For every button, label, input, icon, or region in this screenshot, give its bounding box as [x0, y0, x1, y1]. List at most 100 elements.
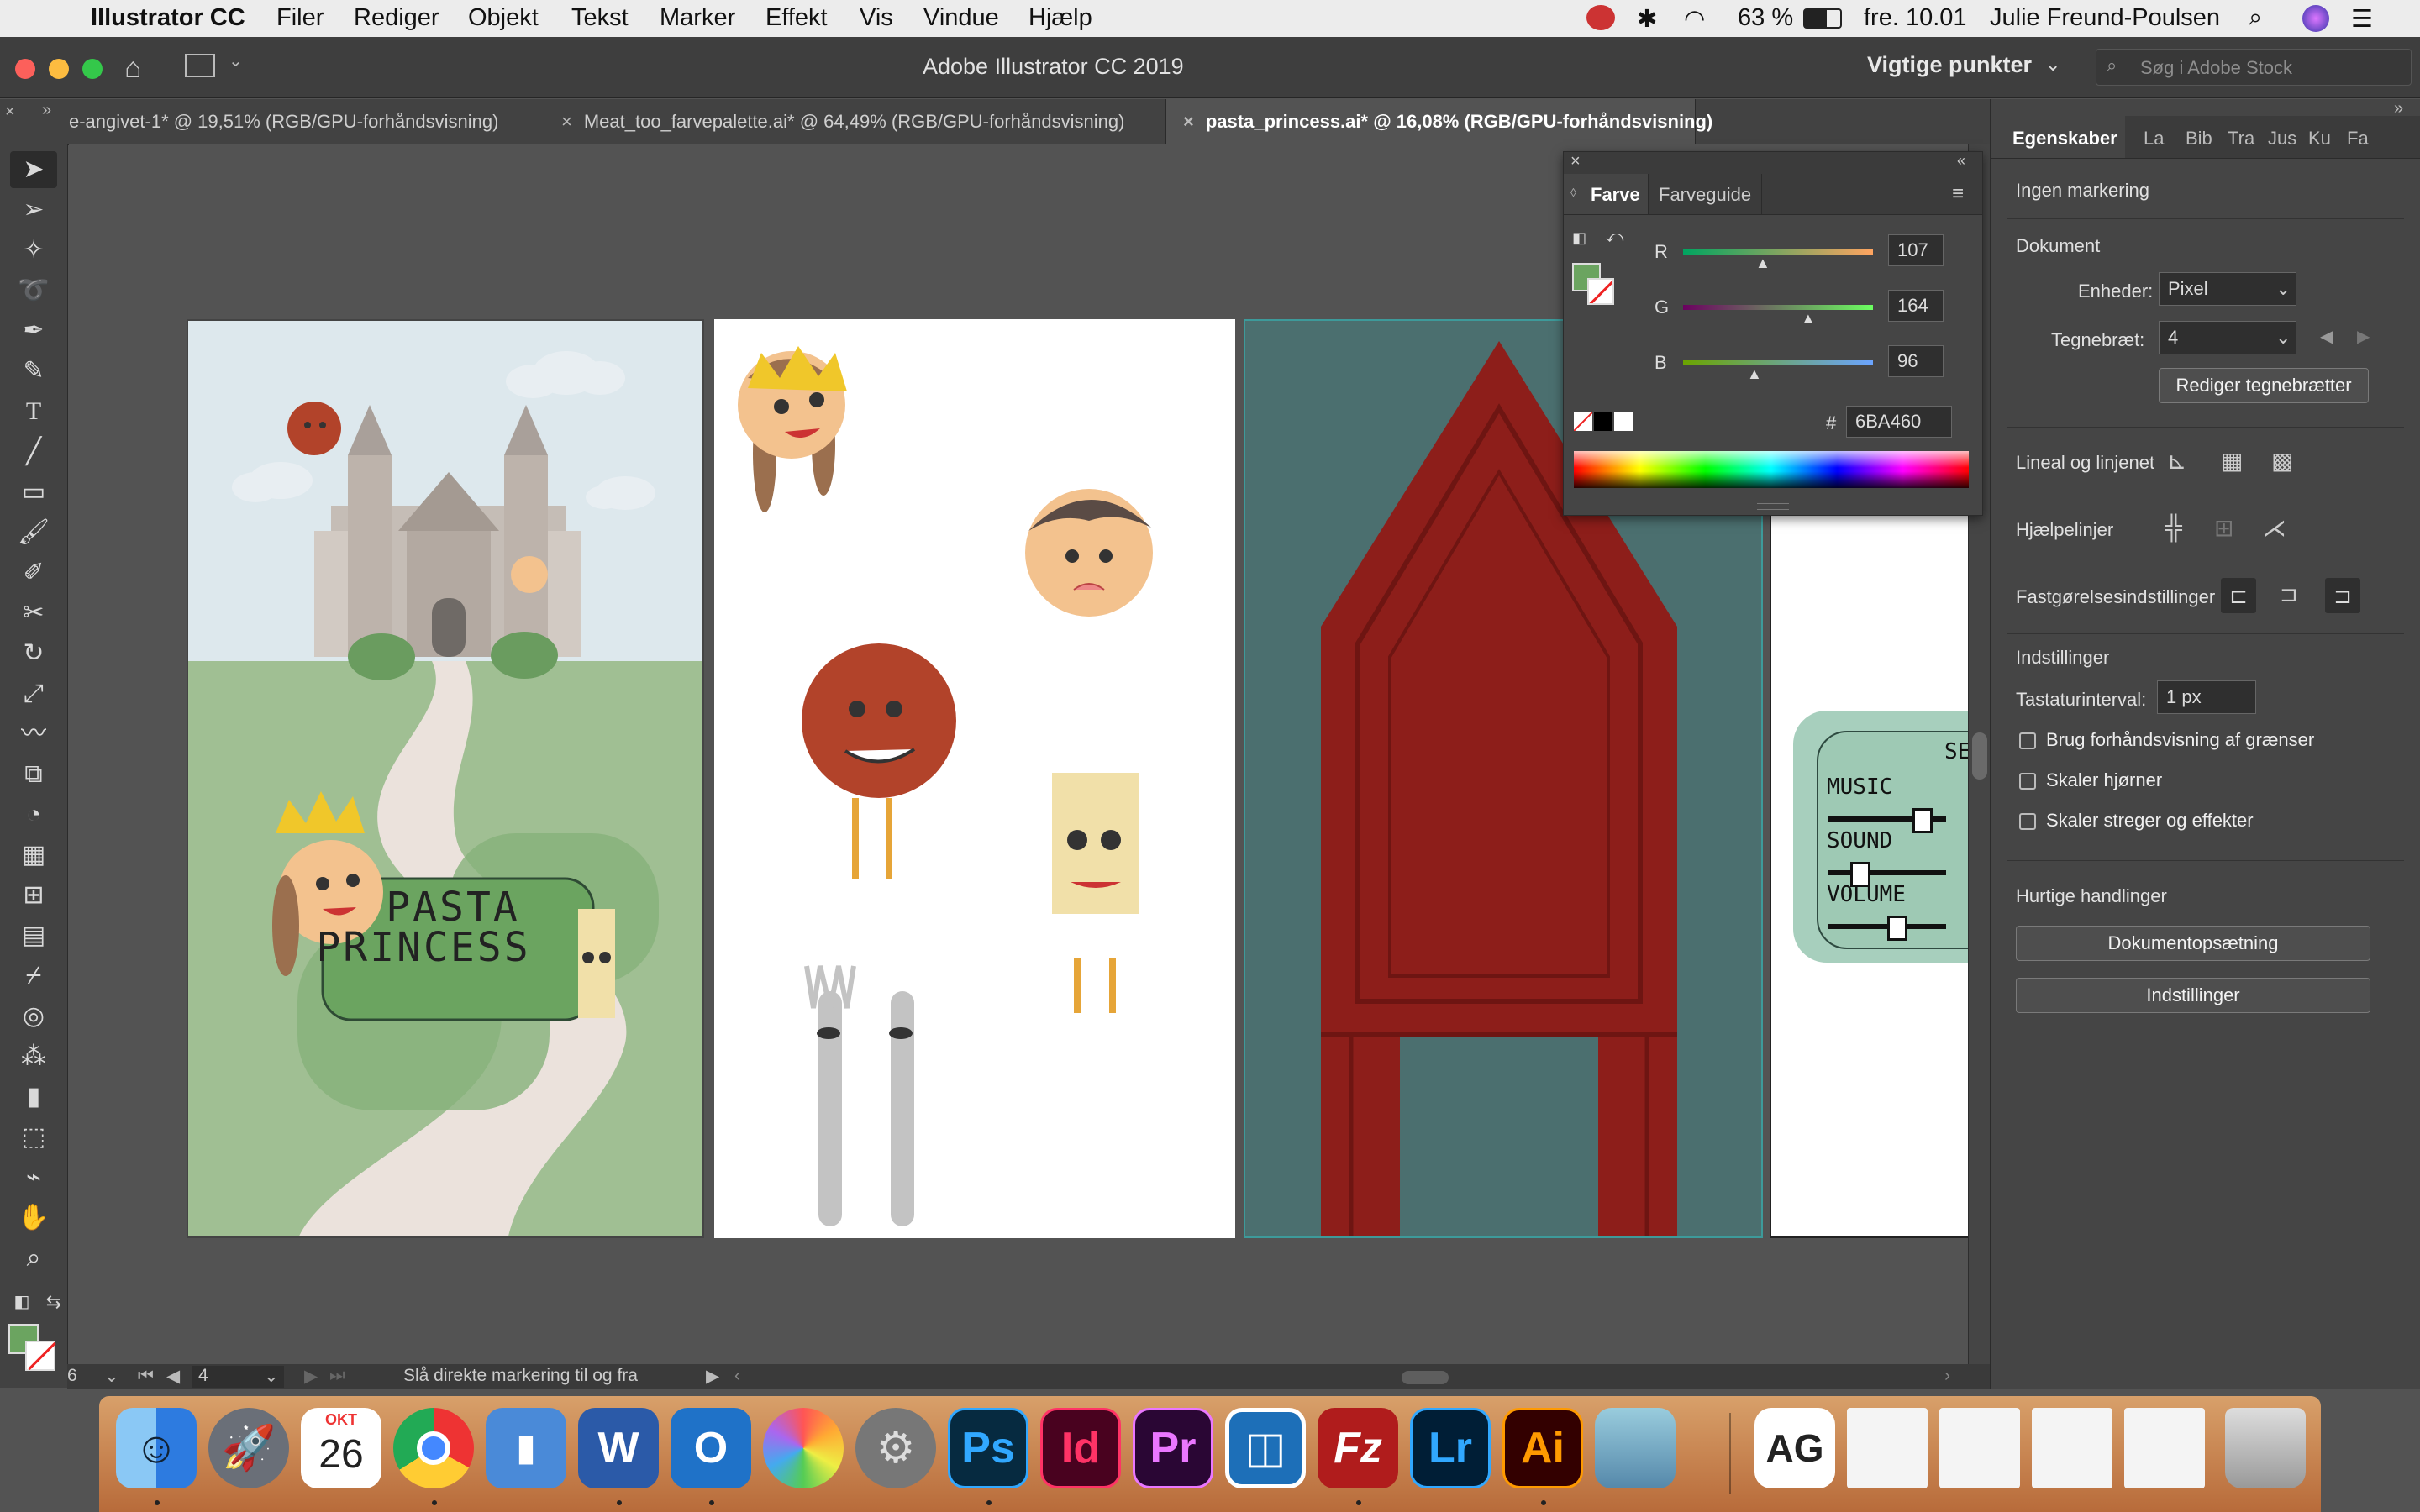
blend-tool-icon[interactable]: ◎ — [17, 1000, 50, 1033]
close-tab-icon[interactable]: × — [1183, 99, 1194, 144]
tab-kurver[interactable]: Ku — [2308, 128, 2331, 150]
r-slider-knob[interactable]: ▲ — [1755, 255, 1770, 272]
creative-cloud-icon[interactable] — [1586, 5, 1615, 30]
collapse-toolbar-icon[interactable]: × — [5, 102, 15, 122]
transparency-grid-icon[interactable]: ▩ — [2271, 447, 2293, 475]
workspace-switcher[interactable]: Vigtige punkter — [1867, 52, 2032, 78]
default-colors-icon[interactable]: ◧ — [1572, 229, 1586, 247]
ruler-icon[interactable]: ⊾ — [2167, 447, 2186, 475]
b-value-input[interactable]: 96 — [1888, 345, 1944, 377]
app-menu[interactable]: Illustrator CC — [91, 4, 245, 32]
menu-vindue[interactable]: Vindue — [923, 4, 999, 32]
perspective-grid-tool-icon[interactable]: ▦ — [17, 838, 50, 872]
menu-marker[interactable]: Marker — [660, 4, 735, 32]
b-slider-knob[interactable]: ▲ — [1747, 365, 1762, 383]
menu-tekst[interactable]: Tekst — [571, 4, 629, 32]
menu-vis[interactable]: Vis — [860, 4, 893, 32]
g-value-input[interactable]: 164 — [1888, 290, 1944, 322]
spotlight-search-icon[interactable]: ⌕ — [2249, 4, 2262, 32]
menu-hjaelp[interactable]: Hjælp — [1028, 4, 1092, 32]
minimize-window-button[interactable] — [49, 59, 69, 79]
lightroom-icon[interactable]: Lr — [1410, 1408, 1491, 1488]
tab-farveguide[interactable]: Farveguide — [1648, 174, 1762, 214]
panel-menu-icon[interactable]: ≡ — [1952, 182, 1964, 206]
hex-value-input[interactable]: 6BA460 — [1846, 406, 1952, 438]
tab-lag[interactable]: La — [2144, 128, 2164, 150]
line-tool-icon[interactable]: ╱ — [17, 435, 50, 469]
preferences-button[interactable]: Indstillinger — [2016, 978, 2370, 1013]
r-value-input[interactable]: 107 — [1888, 234, 1944, 266]
preview-bounds-checkbox[interactable] — [2019, 732, 2036, 749]
default-fill-stroke-icon[interactable]: ◧ — [5, 1285, 39, 1319]
indesign-icon[interactable]: Id — [1040, 1408, 1121, 1488]
none-color-swatch[interactable] — [1574, 412, 1592, 431]
selection-tool-icon[interactable]: ➤ — [17, 153, 50, 186]
outlook-icon[interactable]: O — [671, 1408, 751, 1488]
swap-fill-stroke-icon[interactable]: ⇆ — [37, 1285, 71, 1319]
chrome-icon[interactable] — [393, 1408, 474, 1488]
direct-selection-tool-icon[interactable]: ➢ — [17, 193, 50, 227]
tab-meat-too[interactable]: × Meat_too_farvepalette.ai* @ 64,49% (RGB… — [544, 99, 1166, 144]
b-slider[interactable] — [1683, 360, 1873, 365]
previous-artboard-icon[interactable]: ◀ — [2320, 326, 2333, 347]
artboard-2[interactable] — [714, 319, 1235, 1238]
scissors-tool-icon[interactable]: ✂ — [17, 596, 50, 630]
menu-objekt[interactable]: Objekt — [468, 4, 539, 32]
black-color-swatch[interactable] — [1594, 412, 1612, 431]
system-preferences-icon[interactable]: ⚙ — [855, 1408, 936, 1488]
slice-tool-icon[interactable]: ⌁ — [17, 1161, 50, 1194]
artboard-1[interactable]: PASTA PRINCESS — [187, 319, 704, 1238]
menu-rediger[interactable]: Rediger — [354, 4, 439, 32]
zoom-level[interactable]: 6 — [67, 1366, 77, 1386]
illustrator-icon[interactable]: Ai — [1502, 1408, 1583, 1488]
magic-wand-tool-icon[interactable]: ✧ — [17, 234, 50, 267]
close-tab-icon[interactable]: × — [561, 99, 572, 144]
status-menu-icon[interactable]: ▶ — [706, 1366, 719, 1387]
document-thumbnail-icon[interactable] — [1847, 1408, 1928, 1488]
photos-icon[interactable] — [763, 1408, 844, 1488]
expand-icon[interactable]: » — [42, 101, 51, 120]
g-slider[interactable] — [1683, 305, 1873, 310]
unknown-app-icon[interactable]: ◫ — [1225, 1408, 1306, 1488]
color-panel-titlebar[interactable]: × « — [1564, 152, 1982, 174]
tab-farve[interactable]: ◊ Farve — [1564, 174, 1648, 214]
tab-untitled[interactable]: e-angivet-1* @ 19,51% (RGB/GPU-forhåndsv… — [67, 99, 544, 144]
free-transform-tool-icon[interactable]: ⧉ — [17, 758, 50, 791]
warp-tool-icon[interactable]: 〰 — [17, 717, 50, 751]
launchpad-icon[interactable]: 🚀 — [208, 1408, 289, 1488]
artboard-navigator[interactable]: 4 ⌄ — [192, 1366, 284, 1388]
units-select[interactable]: Pixel ⌄ — [2159, 272, 2296, 306]
edit-artboards-button[interactable]: Rediger tegnebrætter — [2159, 368, 2369, 403]
zoom-chevron-icon[interactable]: ⌄ — [104, 1366, 119, 1387]
draw-modes-icon[interactable] — [8, 1379, 59, 1386]
trash-icon[interactable] — [2225, 1408, 2306, 1488]
scroll-left-icon[interactable]: ‹ — [734, 1366, 740, 1386]
hand-tool-icon[interactable]: ✋ — [17, 1201, 50, 1235]
calendar-icon[interactable]: OKT 26 — [301, 1408, 381, 1488]
menu-filer[interactable]: Filer — [276, 4, 324, 32]
keynote-icon[interactable]: ▮ — [486, 1408, 566, 1488]
next-artboard-icon[interactable]: ▶ — [2357, 326, 2370, 347]
tab-egenskaber[interactable]: Egenskaber — [1991, 116, 2125, 158]
document-setup-button[interactable]: Dokumentopsætning — [2016, 926, 2370, 961]
panel-resize-grip[interactable] — [1757, 503, 1789, 510]
arrange-documents-icon[interactable] — [185, 54, 215, 77]
last-artboard-icon[interactable]: ⏭ — [329, 1366, 345, 1386]
battery-icon[interactable] — [1803, 8, 1842, 29]
lock-guides-icon[interactable]: ⊞ — [2214, 514, 2233, 542]
scroll-right-icon[interactable]: › — [1944, 1366, 1950, 1386]
shaper-tool-icon[interactable]: ✐ — [17, 556, 50, 590]
snap-to-grid-icon[interactable]: ⊐ — [2280, 581, 2298, 607]
r-slider[interactable] — [1683, 249, 1873, 255]
wifi-icon[interactable]: ◠ — [1684, 4, 1705, 34]
g-slider-knob[interactable]: ▲ — [1801, 310, 1816, 328]
font-document-icon[interactable]: AG — [1754, 1408, 1835, 1488]
photoshop-icon[interactable]: Ps — [948, 1408, 1028, 1488]
horizontal-scroll-thumb[interactable] — [1402, 1371, 1449, 1384]
swap-colors-icon[interactable]: ⤺ — [1606, 228, 1623, 247]
color-spectrum[interactable] — [1574, 451, 1969, 488]
chevron-down-icon[interactable]: ⌄ — [229, 50, 243, 71]
stroke-swatch[interactable] — [25, 1341, 56, 1371]
previous-artboard-icon[interactable]: ◀ — [166, 1366, 180, 1387]
pen-tool-icon[interactable]: ✒ — [17, 314, 50, 348]
